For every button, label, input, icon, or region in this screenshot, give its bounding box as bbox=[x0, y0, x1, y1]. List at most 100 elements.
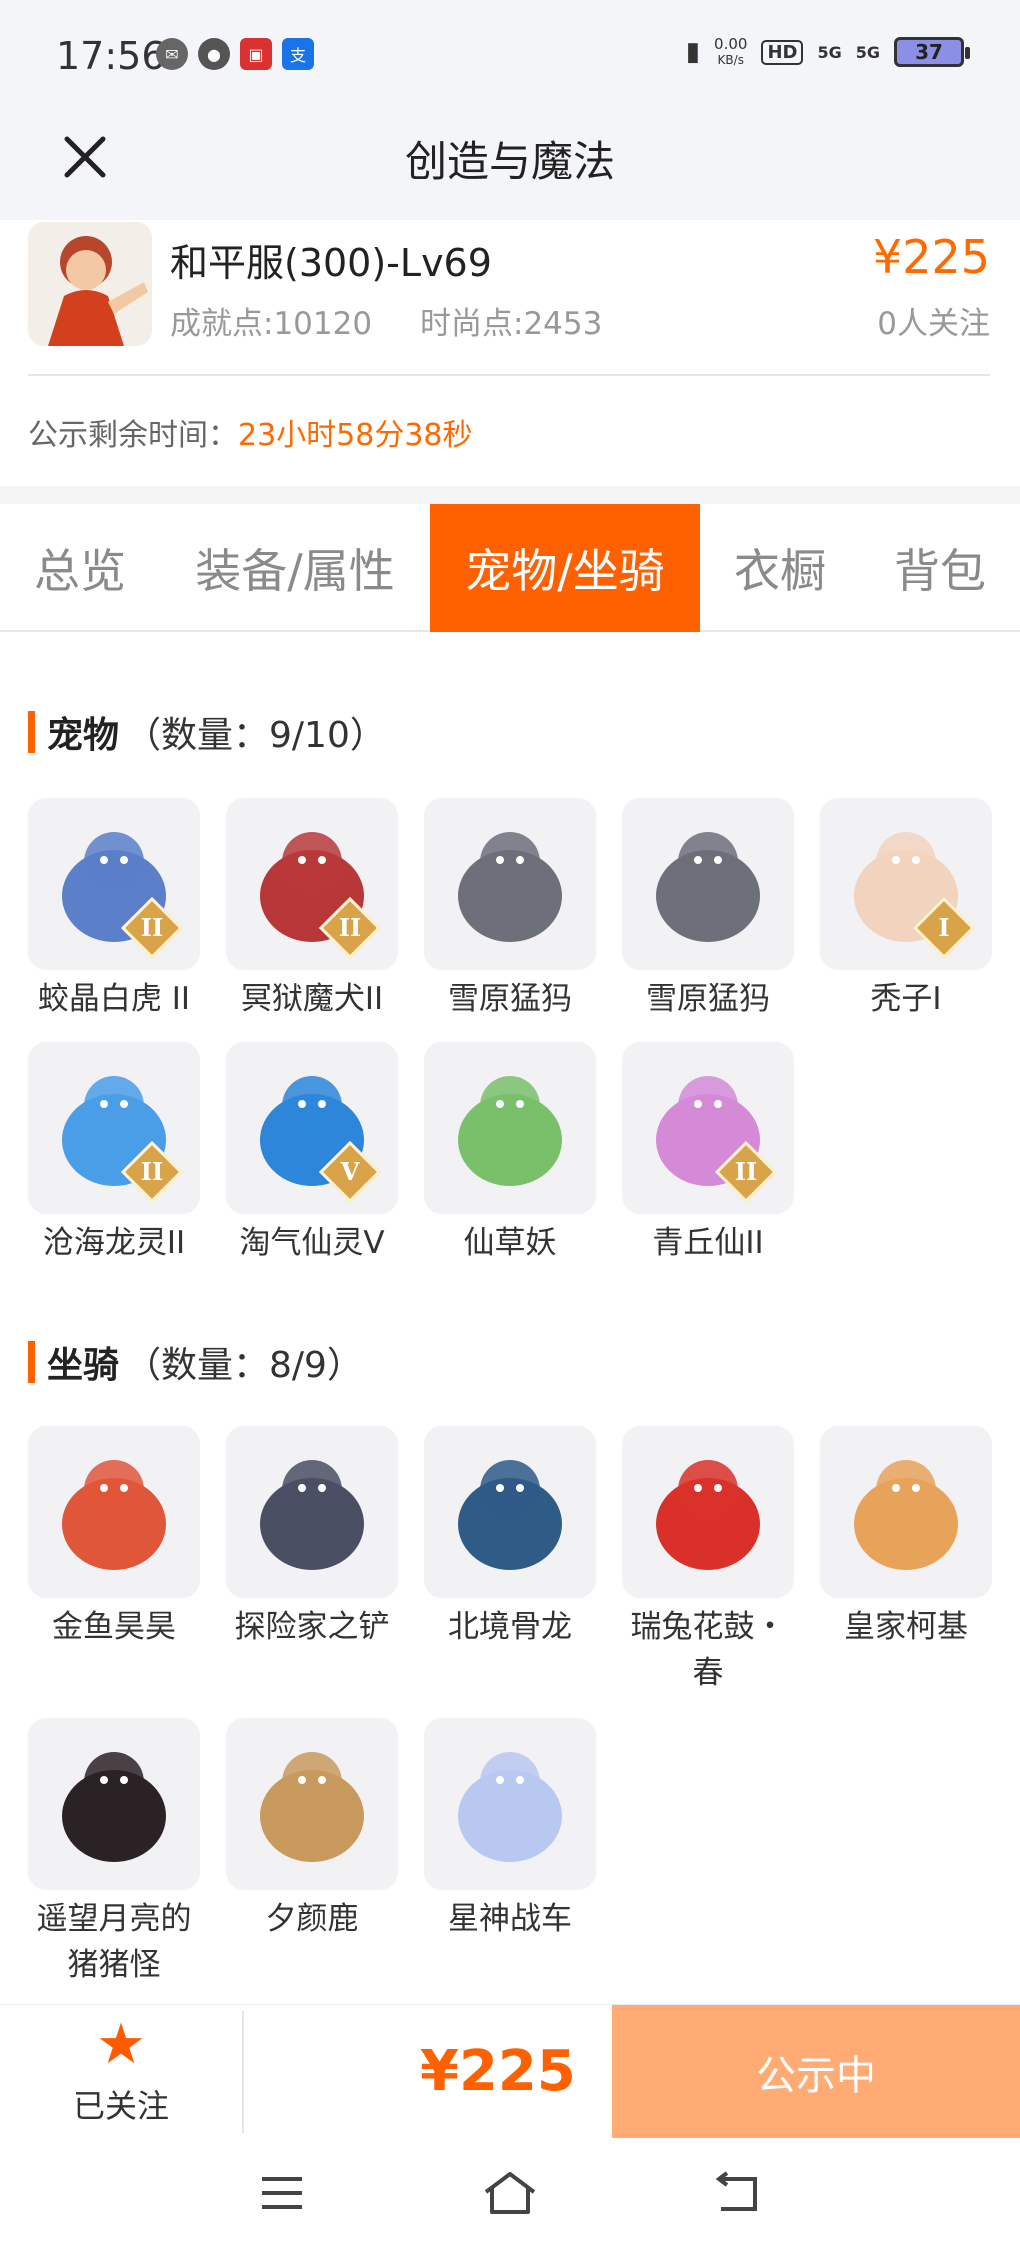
thumbnail bbox=[226, 1718, 398, 1890]
home-button[interactable] bbox=[480, 2168, 540, 2218]
menu-button[interactable] bbox=[252, 2168, 312, 2218]
grid-item[interactable]: II 青丘仙II bbox=[622, 1042, 794, 1266]
item-summary: 和平服(300)-Lv69 成就点:10120 时尚点:2453 ¥225 0人… bbox=[0, 220, 1020, 380]
section-marker bbox=[28, 1341, 35, 1383]
star-icon: ★ bbox=[95, 2012, 147, 2077]
thumbnail bbox=[424, 1426, 596, 1598]
herb-fairy-icon bbox=[458, 1076, 562, 1186]
status-indicators: ▮ 0.00 KB/s HD 5G 5G 37 bbox=[685, 36, 970, 68]
section-marker bbox=[28, 711, 35, 753]
wechat-icon: ✉ bbox=[156, 38, 188, 70]
item-label: 夕颜鹿 bbox=[265, 1901, 359, 1937]
thumbnail: II bbox=[28, 798, 200, 970]
character-icon bbox=[28, 222, 152, 346]
grid-item[interactable]: 雪原猛犸 bbox=[424, 798, 596, 1022]
goldfish-icon bbox=[62, 1460, 166, 1570]
item-label: 瑞兔花鼓・ bbox=[630, 1609, 786, 1645]
pets-section-title: 宠物 （数量：9/10） bbox=[28, 706, 386, 758]
tab-pets-mounts[interactable]: 宠物/坐骑 bbox=[430, 504, 700, 632]
grid-item[interactable]: 星神战车 bbox=[424, 1718, 596, 1942]
character-avatar[interactable] bbox=[28, 222, 152, 346]
grid-item[interactable]: V 淘气仙灵V bbox=[226, 1042, 398, 1266]
thumbnail bbox=[820, 1426, 992, 1598]
grid-item[interactable]: 遥望月亮的 猪猪怪 bbox=[28, 1718, 200, 1988]
thumbnail bbox=[424, 1042, 596, 1214]
system-nav-bar bbox=[0, 2138, 1020, 2255]
item-label: 秃子I bbox=[870, 981, 942, 1017]
grid-item[interactable]: II 冥狱魔犬II bbox=[226, 798, 398, 1022]
thumbnail bbox=[28, 1426, 200, 1598]
vibrate-icon: ▮ bbox=[685, 37, 701, 67]
item-label: 蛟晶白虎 II bbox=[37, 981, 191, 1017]
tab-bar: 总览 装备/属性 宠物/坐骑 衣橱 背包 bbox=[0, 504, 1020, 632]
bone-dragon-icon bbox=[458, 1460, 562, 1570]
item-label: 雪原猛犸 bbox=[646, 981, 770, 1017]
signal-icon-2: 5G bbox=[855, 42, 880, 62]
item-label: 北境骨龙 bbox=[448, 1609, 572, 1645]
follow-button[interactable]: ★ 已关注 bbox=[0, 2005, 242, 2139]
message-icon: ● bbox=[198, 38, 230, 70]
thumbnail bbox=[28, 1718, 200, 1890]
section-separator bbox=[0, 486, 1020, 504]
tab-backpack[interactable]: 背包 bbox=[860, 504, 1020, 632]
thumbnail: II bbox=[226, 798, 398, 970]
royal-corgi-icon bbox=[854, 1460, 958, 1570]
item-label: 探险家之铲 bbox=[234, 1609, 390, 1645]
battery-icon: 37 bbox=[894, 37, 970, 67]
item-label: 遥望月亮的 bbox=[36, 1901, 192, 1937]
thumbnail: II bbox=[622, 1042, 794, 1214]
remaining-time: 公示剩余时间：23小时58分38秒 bbox=[28, 410, 473, 454]
mammoth-icon bbox=[656, 832, 760, 942]
follow-label: 已关注 bbox=[72, 2087, 169, 2125]
app-red-icon: ▣ bbox=[240, 38, 272, 70]
item-label: 沧海龙灵II bbox=[42, 1225, 186, 1261]
item-name: 和平服(300)-Lv69 bbox=[170, 241, 492, 285]
signal-icon-1: 5G bbox=[817, 42, 842, 62]
item-label-line2: 猪猪怪 bbox=[67, 1947, 161, 1983]
grid-item[interactable]: I 秃子I bbox=[820, 798, 992, 1022]
back-button[interactable] bbox=[708, 2168, 768, 2218]
shovel-icon bbox=[260, 1460, 364, 1570]
tab-equipment[interactable]: 装备/属性 bbox=[170, 504, 420, 632]
grid-item[interactable]: 雪原猛犸 bbox=[622, 798, 794, 1022]
page-title: 创造与魔法 bbox=[404, 137, 615, 186]
public-status-button[interactable]: 公示中 bbox=[612, 2005, 1020, 2139]
remaining-label: 公示剩余时间： bbox=[28, 418, 238, 453]
status-bar: 17:56 ✉ ● ▣ 支 ▮ 0.00 KB/s HD 5G 5G 37 bbox=[0, 0, 1020, 110]
follower-count: 0人关注 bbox=[877, 306, 990, 342]
grid-item[interactable]: II 沧海龙灵II bbox=[28, 1042, 200, 1266]
mounts-section-title: 坐骑 （数量：8/9） bbox=[28, 1336, 363, 1388]
grid-item[interactable]: II 蛟晶白虎 II bbox=[28, 798, 200, 1022]
grid-item[interactable]: 瑞兔花鼓・春 bbox=[622, 1426, 794, 1696]
item-label: 淘气仙灵V bbox=[239, 1225, 385, 1261]
item-label: 皇家柯基 bbox=[844, 1609, 968, 1645]
tab-wardrobe[interactable]: 衣橱 bbox=[700, 504, 860, 632]
home-icon bbox=[484, 2172, 536, 2214]
item-price: ¥225 bbox=[872, 230, 990, 284]
thumbnail: II bbox=[28, 1042, 200, 1214]
mammoth-icon bbox=[458, 832, 562, 942]
bottom-action-bar: ★ 已关注 ¥225 公示中 bbox=[0, 2004, 1020, 2139]
thumbnail bbox=[622, 798, 794, 970]
grid-item[interactable]: 探险家之铲 bbox=[226, 1426, 398, 1650]
grid-item[interactable]: 夕颜鹿 bbox=[226, 1718, 398, 1942]
item-label: 仙草妖 bbox=[463, 1225, 557, 1261]
moon-pig-icon bbox=[62, 1752, 166, 1862]
thumbnail bbox=[424, 798, 596, 970]
thumbnail: V bbox=[226, 1042, 398, 1214]
menu-icon bbox=[262, 2177, 302, 2209]
app-header: 创造与魔法 bbox=[0, 110, 1020, 220]
grid-item[interactable]: 皇家柯基 bbox=[820, 1426, 992, 1650]
clock: 17:56 bbox=[56, 34, 166, 78]
divider bbox=[242, 2011, 244, 2133]
thumbnail bbox=[622, 1426, 794, 1598]
grid-item[interactable]: 金鱼昊昊 bbox=[28, 1426, 200, 1650]
achievement-points: 成就点:10120 bbox=[170, 306, 373, 342]
grid-item[interactable]: 北境骨龙 bbox=[424, 1426, 596, 1650]
star-chariot-icon bbox=[458, 1752, 562, 1862]
tab-overview[interactable]: 总览 bbox=[0, 504, 160, 632]
grid-item[interactable]: 仙草妖 bbox=[424, 1042, 596, 1266]
alipay-icon: 支 bbox=[282, 38, 314, 70]
thumbnail bbox=[424, 1718, 596, 1890]
item-label: 冥狱魔犬II bbox=[240, 981, 384, 1017]
